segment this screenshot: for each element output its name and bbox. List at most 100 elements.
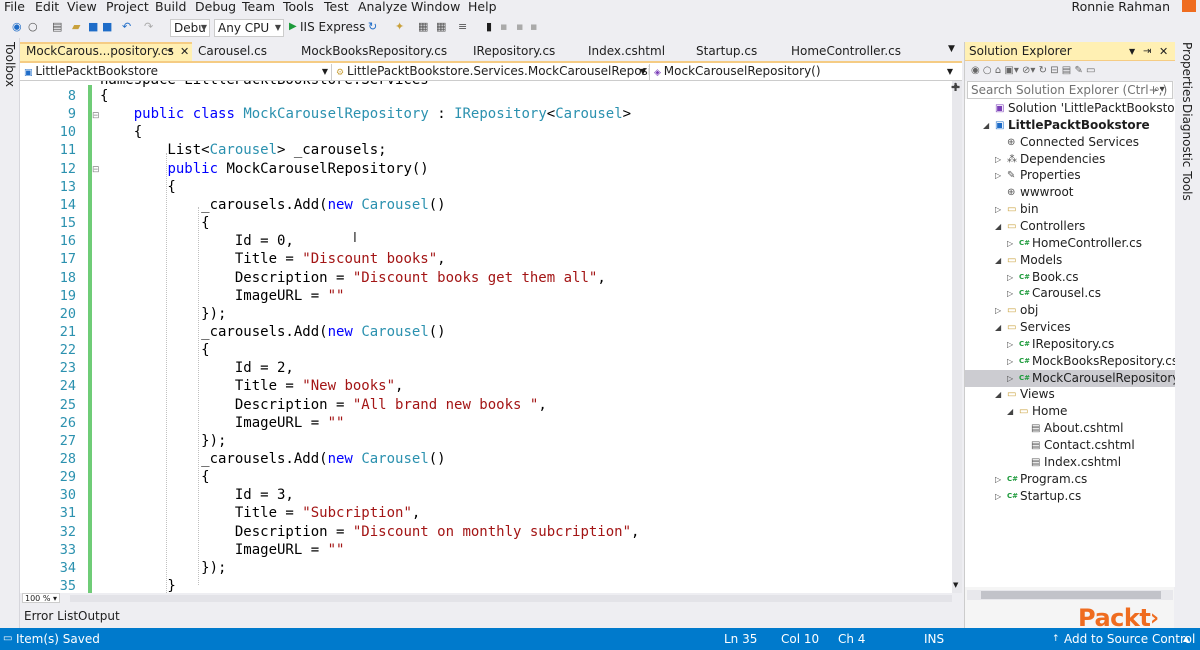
tree-item[interactable]: ◢ ▭ Services: [965, 319, 1175, 336]
expand-icon[interactable]: ▷: [995, 151, 1001, 168]
tree-item[interactable]: ⊕ wwwroot: [965, 184, 1175, 201]
tab-irepository[interactable]: IRepository.cs: [467, 42, 582, 61]
collapse-icon[interactable]: ◢: [995, 252, 1001, 269]
new-project-icon[interactable]: ▤: [52, 20, 62, 34]
panel-menu-icon[interactable]: ▼: [1129, 42, 1135, 61]
open-icon[interactable]: ▰: [72, 20, 80, 34]
menu-team[interactable]: Team: [242, 0, 275, 16]
member-dropdown[interactable]: ◈ MockCarouselRepository() ▼: [650, 64, 956, 80]
tree-item[interactable]: ▷ C# MockBooksRepository.cs: [965, 353, 1175, 370]
collapse-icon[interactable]: ◢: [995, 218, 1001, 235]
close-icon[interactable]: ✕: [1159, 42, 1168, 61]
tree-item[interactable]: ▷ C# Program.cs: [965, 471, 1175, 488]
tree-item[interactable]: ◢ ▭ Controllers: [965, 218, 1175, 235]
menu-window[interactable]: Window: [411, 0, 460, 16]
tab-overflow-icon[interactable]: ▼: [948, 44, 955, 54]
scroll-thumb[interactable]: [981, 591, 1161, 599]
expand-icon[interactable]: ▷: [995, 302, 1001, 319]
collapse-all-icon[interactable]: ⊟: [1050, 65, 1058, 76]
tab-startup[interactable]: Startup.cs: [690, 42, 785, 61]
redo-icon[interactable]: ↷: [144, 20, 153, 34]
expand-icon[interactable]: ▷: [1007, 285, 1013, 302]
platform-dropdown[interactable]: Any CPU ▼: [214, 19, 284, 37]
save-all-icon[interactable]: ■: [102, 20, 112, 34]
add-to-source-control[interactable]: Add to Source Control: [1064, 631, 1195, 647]
back-icon[interactable]: ◉: [12, 20, 22, 34]
pin-icon[interactable]: ⇥: [1143, 42, 1151, 61]
forward-icon[interactable]: ○: [983, 65, 992, 76]
collapse-icon[interactable]: ◢: [1007, 403, 1013, 420]
type-dropdown[interactable]: ⚙ LittlePacktBookstore.Services.MockCaro…: [332, 64, 650, 80]
user-name[interactable]: Ronnie Rahman: [1071, 0, 1170, 14]
bookmark-next-icon[interactable]: ▪: [516, 20, 523, 34]
diagnostic-tools-tab[interactable]: Diagnostic Tools: [1180, 104, 1194, 201]
zoom-dropdown[interactable]: 100 % ▾: [22, 593, 60, 603]
refresh-icon[interactable]: ↻: [1039, 65, 1047, 76]
expand-icon[interactable]: ▷: [1007, 370, 1013, 387]
tree-item[interactable]: ▤ Contact.cshtml: [965, 437, 1175, 454]
comment-icon[interactable]: ≡: [458, 20, 467, 34]
tree-item[interactable]: ◢ ▭ Models: [965, 252, 1175, 269]
tree-item[interactable]: ▷ ✎ Properties: [965, 167, 1175, 184]
expand-icon[interactable]: ▷: [1007, 336, 1013, 353]
preview-icon[interactable]: ▭: [1086, 65, 1095, 76]
tree-item[interactable]: ◢ ▭ Views: [965, 386, 1175, 403]
split-icon[interactable]: ✚: [951, 81, 960, 94]
pin-icon[interactable]: ⇥: [165, 44, 173, 59]
tree-item[interactable]: ▷ C# Carousel.cs: [965, 285, 1175, 302]
collapse-icon[interactable]: ◢: [995, 319, 1001, 336]
menu-debug[interactable]: Debug: [195, 0, 236, 16]
expand-icon[interactable]: ▷: [995, 167, 1001, 184]
tab-error-list[interactable]: Error List: [24, 609, 78, 623]
bookmark-icon[interactable]: ▮: [486, 20, 492, 34]
tab-mockbooksrepository[interactable]: MockBooksRepository.cs: [295, 42, 467, 61]
solution-horizontal-scrollbar[interactable]: [967, 590, 1173, 600]
properties-icon[interactable]: ✎: [1074, 65, 1082, 76]
menu-help[interactable]: Help: [468, 0, 497, 16]
tree-item[interactable]: ▷ ▭ obj: [965, 302, 1175, 319]
tree-item[interactable]: ▷ ⁂ Dependencies: [965, 151, 1175, 168]
tab-carousel[interactable]: Carousel.cs: [192, 42, 292, 61]
expand-icon[interactable]: ▷: [995, 488, 1001, 505]
menu-analyze[interactable]: Analyze: [358, 0, 407, 16]
tab-mockcarouselrepository[interactable]: MockCarous...pository.cs ⇥ ✕: [20, 42, 192, 61]
feedback-icon[interactable]: [1182, 0, 1196, 12]
save-icon[interactable]: ■: [88, 20, 98, 34]
tree-item[interactable]: ▣Solution 'LittlePacktBookstore' (1 proj…: [965, 100, 1175, 117]
sync-icon[interactable]: ▣▾: [1004, 65, 1018, 76]
tree-item[interactable]: ▷ C# IRepository.cs: [965, 336, 1175, 353]
show-all-icon[interactable]: ▤: [1062, 65, 1071, 76]
menu-edit[interactable]: Edit: [35, 0, 59, 16]
pending-changes-icon[interactable]: ⊘▾: [1022, 65, 1035, 76]
tab-output[interactable]: Output: [78, 609, 120, 623]
vertical-scrollbar[interactable]: ▲ ▼: [952, 81, 962, 593]
solution-search-input[interactable]: Search Solution Explorer (Ctrl+;) ⌕▾: [967, 81, 1173, 99]
configuration-dropdown[interactable]: Debu ▼: [170, 19, 210, 37]
horizontal-scrollbar[interactable]: [70, 595, 952, 602]
menu-file[interactable]: File: [4, 0, 25, 16]
close-icon[interactable]: ✕: [180, 44, 189, 59]
scroll-down-icon[interactable]: ▼: [953, 581, 958, 589]
expand-icon[interactable]: ▷: [1007, 353, 1013, 370]
tree-item[interactable]: ▷ C#MockCarouselRepository.cs: [965, 369, 1175, 387]
expand-icon[interactable]: ▷: [1007, 269, 1013, 286]
play-icon[interactable]: ▶: [289, 20, 297, 34]
run-button[interactable]: IIS Express: [300, 20, 365, 34]
collapse-icon[interactable]: ◢: [983, 117, 989, 134]
tab-homecontroller[interactable]: HomeController.cs: [785, 42, 930, 61]
expand-icon[interactable]: ▷: [995, 471, 1001, 488]
tree-item[interactable]: ▷ C# Startup.cs: [965, 488, 1175, 505]
tree-item[interactable]: ◢ ▭ Home: [965, 403, 1175, 420]
format-icon[interactable]: ▦: [418, 20, 428, 34]
tree-item[interactable]: ▤ Index.cshtml: [965, 454, 1175, 471]
browser-link-icon[interactable]: ✦: [395, 20, 404, 34]
forward-icon[interactable]: ○: [28, 20, 38, 34]
collapse-constructor-icon[interactable]: ⊟: [92, 165, 100, 175]
refresh-icon[interactable]: ↻: [368, 20, 377, 34]
back-icon[interactable]: ◉: [971, 65, 980, 76]
bookmark-prev-icon[interactable]: ▪: [500, 20, 507, 34]
bookmark-clear-icon[interactable]: ▪: [530, 20, 537, 34]
format2-icon[interactable]: ▦: [436, 20, 446, 34]
undo-icon[interactable]: ↶: [122, 20, 131, 34]
code-editor[interactable]: namespace LittlePacktBookstore.Services …: [20, 81, 962, 593]
